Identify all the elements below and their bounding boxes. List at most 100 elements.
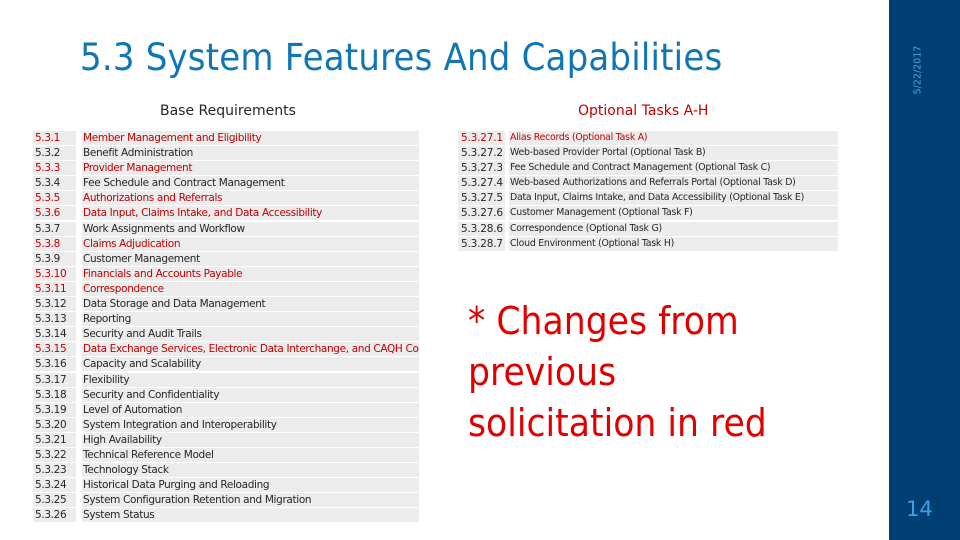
section-number: 5.3.20 <box>33 417 76 432</box>
section-description: Fee Schedule and Contract Management (Op… <box>509 161 838 176</box>
section-description: Capacity and Scalability <box>82 357 419 372</box>
table-row: 5.3.5 Authorizations and Referrals <box>33 191 419 206</box>
section-description: Fee Schedule and Contract Management <box>82 176 419 191</box>
section-description: Authorizations and Referrals <box>82 191 419 206</box>
section-description: Security and Audit Trails <box>82 327 419 342</box>
slide-title: 5.3 System Features And Capabilities <box>80 36 723 79</box>
table-row: 5.3.3 Provider Management <box>33 161 419 176</box>
table-row: 5.3.16 Capacity and Scalability <box>33 357 419 372</box>
section-number: 5.3.3 <box>33 161 76 176</box>
table-row: 5.3.20 System Integration and Interoperab… <box>33 417 419 433</box>
section-description: Alias Records (Optional Task A) <box>509 131 838 145</box>
section-description: Level of Automation <box>82 402 419 417</box>
section-number: 5.3.11 <box>33 281 76 296</box>
table-row: 5.3.8 Claims Adjudication <box>33 236 419 252</box>
table-row: 5.3.25 System Configuration Retention and… <box>33 493 419 508</box>
section-number: 5.3.27.3 <box>458 161 505 176</box>
table-row: 5.3.27.2 Web-based Provider Portal (Optio… <box>458 146 838 161</box>
changes-note: * Changes from previous solicitation in … <box>468 299 767 446</box>
table-row: 5.3.28.7 Cloud Environment (Optional Task… <box>458 236 838 252</box>
table-row: 5.3.21 High Availability <box>33 432 419 448</box>
section-number: 5.3.12 <box>33 297 76 312</box>
section-description: System Status <box>82 508 419 523</box>
section-description: Work Assignments and Workflow <box>82 221 419 236</box>
section-description: Security and Confidentiality <box>82 387 419 402</box>
table-row: 5.3.27.5 Data Input, Claims Intake, and D… <box>458 191 838 206</box>
table-row: 5.3.9 Customer Management <box>33 251 419 267</box>
section-description: Data Input, Claims Intake, and Data Acce… <box>82 206 419 221</box>
table-row: 5.3.17 Flexibility <box>33 372 419 388</box>
base-requirements-heading: Base Requirements <box>160 103 296 119</box>
section-number: 5.3.26 <box>33 508 76 523</box>
table-row: 5.3.27.3 Fee Schedule and Contract Manage… <box>458 161 838 176</box>
section-number: 5.3.17 <box>33 372 76 387</box>
section-description: Reporting <box>82 312 419 327</box>
section-number: 5.3.27.6 <box>458 206 505 221</box>
section-description: Historical Data Purging and Reloading <box>82 478 419 493</box>
section-number: 5.3.21 <box>33 432 76 447</box>
table-row: 5.3.27.1 Alias Records (Optional Task A) <box>458 131 838 146</box>
section-number: 5.3.27.1 <box>458 131 505 145</box>
section-number: 5.3.13 <box>33 312 76 327</box>
section-description: Data Input, Claims Intake, and Data Acce… <box>509 191 838 206</box>
table-row: 5.3.27.4 Web-based Authorizations and Ref… <box>458 176 838 191</box>
section-description: Correspondence (Optional Task G) <box>509 221 838 236</box>
section-number: 5.3.19 <box>33 402 76 417</box>
section-number: 5.3.28.7 <box>458 236 505 251</box>
section-number: 5.3.27.2 <box>458 146 505 161</box>
section-number: 5.3.27.4 <box>458 176 505 191</box>
table-row: 5.3.6 Data Input, Claims Intake, and Data… <box>33 206 419 221</box>
table-row: 5.3.15 Data Exchange Services, Electronic… <box>33 342 419 357</box>
table-row: 5.3.18 Security and Confidentiality <box>33 387 419 403</box>
section-number: 5.3.6 <box>33 206 76 221</box>
table-row: 5.3.11 Correspondence <box>33 281 419 297</box>
section-description: Member Management and Eligibility <box>82 131 419 145</box>
section-number: 5.3.27.5 <box>458 191 505 206</box>
table-row: 5.3.2 Benefit Administration <box>33 146 419 161</box>
table-row: 5.3.23 Technology Stack <box>33 463 419 478</box>
section-description: System Integration and Interoperability <box>82 417 419 432</box>
section-number: 5.3.25 <box>33 493 76 508</box>
page-number: 14 <box>906 497 933 521</box>
table-row: 5.3.4 Fee Schedule and Contract Managemen… <box>33 176 419 191</box>
sidebar-bar <box>889 0 960 540</box>
table-row: 5.3.10 Financials and Accounts Payable <box>33 266 419 282</box>
section-number: 5.3.18 <box>33 387 76 402</box>
section-number: 5.3.4 <box>33 176 76 191</box>
section-description: System Configuration Retention and Migra… <box>82 493 419 508</box>
section-number: 5.3.9 <box>33 251 76 266</box>
section-number: 5.3.24 <box>33 478 76 493</box>
table-row: 5.3.13 Reporting <box>33 312 419 327</box>
section-description: Customer Management (Optional Task F) <box>509 206 838 221</box>
section-description: Technical Reference Model <box>82 447 419 462</box>
table-row: 5.3.22 Technical Reference Model <box>33 447 419 463</box>
section-description: Cloud Environment (Optional Task H) <box>509 236 838 251</box>
section-number: 5.3.15 <box>33 342 76 357</box>
section-description: Flexibility <box>82 372 419 387</box>
section-description: Financials and Accounts Payable <box>82 266 419 281</box>
section-number: 5.3.23 <box>33 463 76 478</box>
section-description: Correspondence <box>82 281 419 296</box>
table-row: 5.3.7 Work Assignments and Workflow <box>33 221 419 237</box>
section-description: Benefit Administration <box>82 146 419 161</box>
table-row: 5.3.24 Historical Data Purging and Reload… <box>33 478 419 493</box>
section-number: 5.3.10 <box>33 266 76 281</box>
section-description: Data Storage and Data Management <box>82 297 419 312</box>
optional-tasks-table: 5.3.27.1 Alias Records (Optional Task A) 5… <box>458 131 838 252</box>
section-number: 5.3.2 <box>33 146 76 161</box>
section-description: High Availability <box>82 432 419 447</box>
section-number: 5.3.5 <box>33 191 76 206</box>
section-description: Provider Management <box>82 161 419 176</box>
table-row: 5.3.28.6 Correspondence (Optional Task G) <box>458 221 838 237</box>
table-row: 5.3.12 Data Storage and Data Management <box>33 297 419 312</box>
base-requirements-table: 5.3.1 Member Management and Eligibility 5.… <box>33 131 419 523</box>
table-row: 5.3.19 Level of Automation <box>33 402 419 418</box>
section-number: 5.3.16 <box>33 357 76 372</box>
section-description: Technology Stack <box>82 463 419 478</box>
slide-date: 5/22/2017 <box>912 45 924 95</box>
section-number: 5.3.1 <box>33 131 76 145</box>
section-number: 5.3.22 <box>33 447 76 462</box>
table-row: 5.3.1 Member Management and Eligibility <box>33 131 419 146</box>
section-number: 5.3.8 <box>33 236 76 251</box>
table-row: 5.3.27.6 Customer Management (Optional Ta… <box>458 206 838 221</box>
